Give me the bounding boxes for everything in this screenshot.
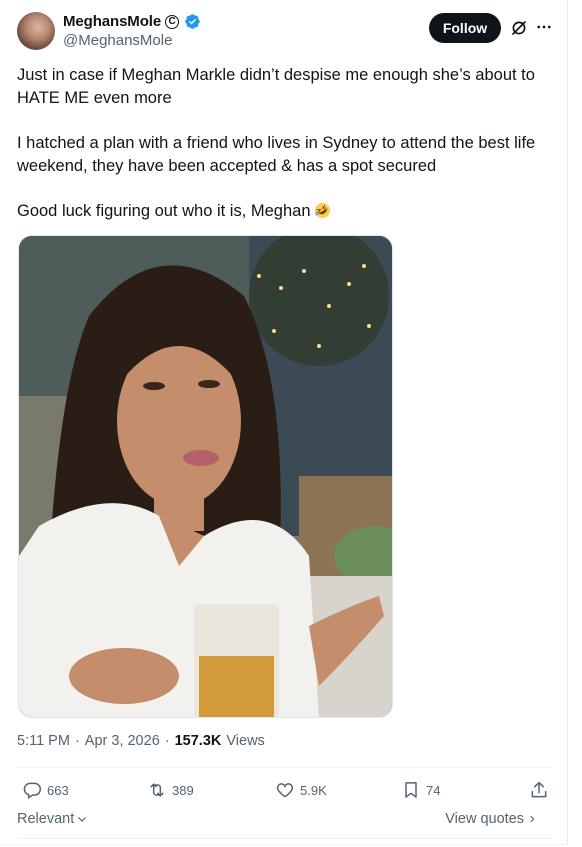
tweet-paragraph-3: Good luck figuring out who it is, Meghan	[17, 200, 552, 223]
tweet-time[interactable]: 5:11 PM	[17, 733, 70, 749]
view-quotes-link[interactable]: View quotes	[445, 811, 537, 827]
media-photo-illustration	[19, 236, 392, 717]
like-count: 5.9K	[300, 782, 327, 798]
bookmark-icon	[405, 782, 417, 798]
divider	[17, 838, 552, 839]
avatar[interactable]	[17, 12, 55, 50]
chevron-down-icon	[78, 817, 87, 822]
view-quotes-label: View quotes	[445, 811, 524, 827]
reply-button[interactable]: 663	[22, 780, 69, 800]
tweet-date[interactable]: Apr 3, 2026	[85, 733, 160, 749]
reply-icon	[23, 782, 42, 799]
meta-separator: ·	[164, 733, 170, 749]
tweet-card: MeghansMole C @MeghansMole Follow Just i…	[0, 0, 568, 845]
tweet-meta: 5:11 PM · Apr 3, 2026 · 157.3K Views	[17, 733, 265, 749]
author-handle[interactable]: @MeghansMole	[63, 32, 172, 49]
chevron-right-icon	[530, 815, 535, 823]
author-name-row[interactable]: MeghansMole C	[63, 13, 201, 30]
repost-count: 389	[172, 782, 194, 798]
rolling-on-floor-laughing-emoji-icon	[314, 202, 330, 219]
copyright-badge-icon: C	[165, 14, 180, 29]
like-button[interactable]: 5.9K	[275, 780, 327, 800]
reply-count: 663	[47, 782, 69, 798]
repost-icon	[150, 783, 164, 797]
share-button[interactable]	[529, 780, 549, 800]
more-dots-icon[interactable]	[535, 18, 553, 36]
tweet-media-image[interactable]	[18, 235, 393, 718]
tweet-paragraph-3-text: Good luck figuring out who it is, Meghan	[17, 202, 311, 220]
meta-separator: ·	[74, 733, 80, 749]
divider	[17, 767, 552, 768]
sort-label: Relevant	[17, 811, 75, 827]
follow-button[interactable]: Follow	[429, 13, 501, 43]
tweet-paragraph-1: Just in case if Meghan Markle didn’t des…	[17, 66, 540, 107]
verified-badge-icon	[185, 14, 200, 29]
repost-button[interactable]: 389	[147, 780, 194, 800]
author-display-name[interactable]: MeghansMole	[63, 13, 161, 30]
share-icon	[531, 781, 547, 798]
heart-icon	[276, 783, 294, 798]
sort-replies-dropdown[interactable]: Relevant	[17, 811, 88, 827]
tweet-paragraph-2: I hatched a plan with a friend who lives…	[17, 134, 540, 175]
bookmark-count: 74	[426, 782, 441, 798]
views-count: 157.3K	[174, 733, 222, 749]
views-label: Views	[226, 733, 265, 749]
grok-icon[interactable]	[510, 19, 528, 37]
bookmark-button[interactable]: 74	[401, 780, 440, 800]
